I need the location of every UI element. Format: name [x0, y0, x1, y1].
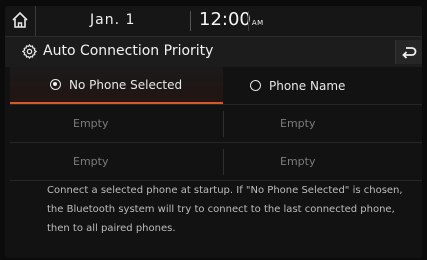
status-date: Jan. 1: [90, 12, 136, 28]
description-text: Connect a selected phone at startup. If …: [47, 185, 403, 234]
slot-label: Empty: [280, 117, 316, 130]
back-icon: [402, 47, 417, 59]
page-title: Auto Connection Priority: [43, 43, 214, 59]
radio-unselected-icon: [250, 80, 261, 91]
screen-frame: Jan. 1 12:00AM Auto Connection Priority …: [5, 6, 422, 258]
slot-item[interactable]: Empty: [10, 105, 223, 142]
option-phone-name[interactable]: Phone Name: [224, 67, 422, 104]
slot-label: Empty: [73, 155, 109, 168]
title-bar: Auto Connection Priority: [5, 37, 422, 67]
time-ampm: AM: [251, 19, 264, 27]
option-label: No Phone Selected: [69, 77, 183, 92]
slot-row: Empty Empty: [10, 143, 422, 181]
status-time: 12:00AM: [199, 9, 264, 30]
back-button[interactable]: [395, 40, 422, 64]
slot-row: Empty Empty: [10, 105, 422, 143]
slot-item[interactable]: Empty: [224, 143, 422, 180]
gear-icon: [22, 44, 37, 59]
slot-label: Empty: [280, 155, 316, 168]
slot-item[interactable]: Empty: [10, 143, 223, 180]
home-icon: [12, 11, 28, 28]
radio-selected-icon: [50, 79, 61, 90]
home-button[interactable]: [5, 6, 36, 36]
slot-item[interactable]: Empty: [224, 105, 422, 142]
status-bar: Jan. 1 12:00AM: [5, 6, 422, 37]
option-no-phone-selected[interactable]: No Phone Selected: [10, 67, 223, 104]
slot-label: Empty: [73, 117, 109, 130]
status-separator: [190, 11, 191, 31]
time-value: 12:00: [199, 9, 251, 30]
option-label: Phone Name: [269, 78, 346, 93]
status-divider: [248, 11, 249, 31]
option-row: No Phone Selected Phone Name: [10, 67, 422, 105]
